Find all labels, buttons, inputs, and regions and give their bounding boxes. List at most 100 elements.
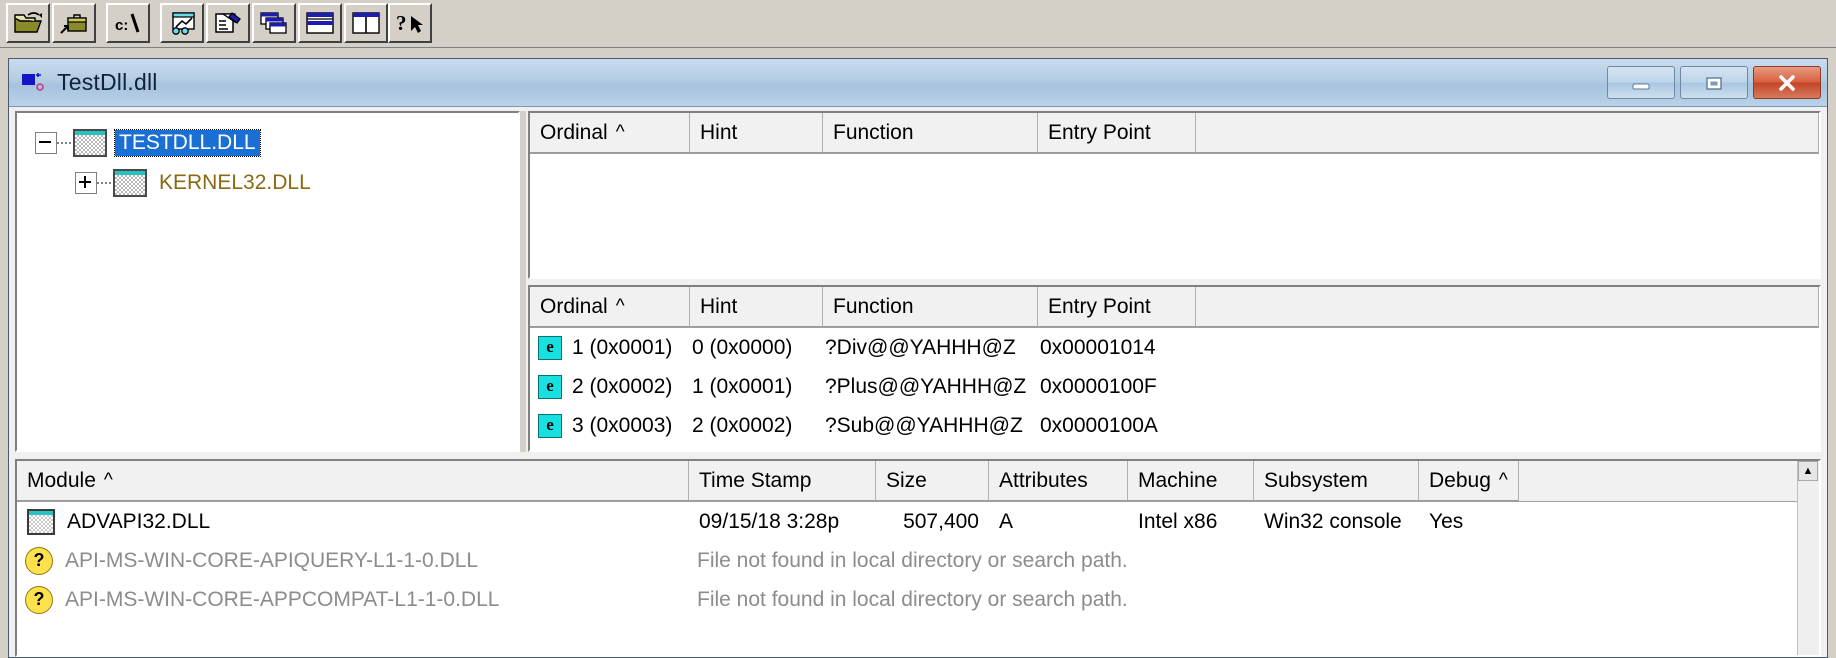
pane-splitter-vertical[interactable] [520,111,526,452]
module-header-debug[interactable]: Debug ^ [1419,461,1519,501]
export-function-badge-icon: e [538,413,562,438]
help-button[interactable]: ? [388,3,432,43]
close-icon [1779,74,1795,91]
exports-list-view[interactable]: Ordinal ^ Hint Function Entry Point e 1 (0x00… [528,285,1821,452]
module-cell-subsystem: Win32 console [1264,509,1402,533]
module-tree-view[interactable]: TESTDLL.DLL KERNEL32.DLL [15,111,520,452]
tree-expander-plus-icon[interactable] [75,172,97,194]
module-cell-time-stamp: 09/15/18 3:28p [699,509,840,533]
module-list-body: ADVAPI32.DLL 09/15/18 3:28p 507,400 A Intel … [17,502,1819,619]
imports-header-function[interactable]: Function [823,113,1038,153]
module-row[interactable]: ? API-MS-WIN-CORE-APPCOMPAT-L1-1-0.DLL Fil… [17,580,1819,619]
main-toolbar: c: ? [0,0,1836,48]
module-header-time-stamp[interactable]: Time Stamp [689,461,876,501]
vertical-split-icon [352,12,380,34]
toolbar-group-file [6,3,98,43]
exports-row[interactable]: e 3 (0x0003) 2 (0x0002) ?Sub@@YAHHH@Z 0x0000… [530,406,1819,445]
restore-icon [1706,76,1722,90]
header-label: Attributes [999,468,1088,492]
window-title-bar[interactable]: TestDll.dll [9,59,1827,107]
module-row[interactable]: ? API-MS-WIN-CORE-APIQUERY-L1-1-0.DLL File… [17,541,1819,580]
auto-expand-button[interactable] [252,3,296,43]
svg-text:?: ? [396,11,407,35]
exports-row[interactable]: e 2 (0x0002) 1 (0x0001) ?Plus@@YAHHH@Z 0x000… [530,367,1819,406]
exports-cell-entry-point: 0x0000100A [1040,413,1158,437]
module-cell-attributes: A [999,509,1014,533]
tree-node-testdll[interactable]: TESTDLL.DLL [17,123,518,163]
close-button[interactable] [1753,66,1821,99]
tree-node-label: TESTDLL.DLL [114,129,261,157]
header-label: Function [833,120,914,144]
imports-header-entry-point[interactable]: Entry Point [1038,113,1196,153]
imports-header-filler[interactable] [1196,113,1819,153]
module-list-scrollbar[interactable]: ▲ [1797,461,1819,655]
undecorate-button[interactable] [344,3,388,43]
command-prompt-icon: c: [115,13,140,34]
briefcase-icon [60,14,87,34]
header-label: Entry Point [1048,294,1151,318]
header-label: Function [833,294,914,318]
export-function-badge-icon: e [538,335,562,360]
minimize-icon [1632,83,1650,89]
exports-row[interactable]: e 1 (0x0001) 0 (0x0000) ?Div@@YAHHH@Z 0x0000… [530,328,1819,367]
exports-cell-function: ?Plus@@YAHHH@Z [825,374,1027,398]
dll-module-icon [73,129,107,157]
save-module-button[interactable] [52,3,96,43]
header-label: Ordinal [540,294,608,318]
exports-cell-ordinal: 2 (0x0002) [572,374,673,398]
window-title-text: TestDll.dll [57,69,158,95]
sort-indicator-icon: ^ [103,469,113,491]
minimize-button[interactable] [1607,66,1675,99]
imports-header-hint[interactable]: Hint [690,113,823,153]
configure-modules-button[interactable] [206,3,250,43]
module-cell-machine: Intel x86 [1138,509,1218,533]
exports-header-entry-point[interactable]: Entry Point [1038,287,1196,327]
toolbar-group-view [252,3,390,43]
header-label: Debug [1429,468,1491,492]
module-list-view[interactable]: Module ^ Time Stamp Size Attributes Machine Su… [15,459,1821,657]
module-row[interactable]: ADVAPI32.DLL 09/15/18 3:28p 507,400 A Intel … [17,502,1819,541]
scroll-up-arrow-icon[interactable]: ▲ [1798,461,1818,481]
window-controls [1607,66,1821,99]
module-cell-message: File not found in local directory or sea… [697,587,1128,611]
tree-node-label: KERNEL32.DLL [159,171,311,194]
module-header-attributes[interactable]: Attributes [989,461,1128,501]
imports-list-view[interactable]: Ordinal ^ Hint Function Entry Point [528,111,1821,279]
imports-list-header: Ordinal ^ Hint Function Entry Point [530,113,1819,154]
exports-cell-hint: 0 (0x0000) [692,335,793,359]
exports-header-hint[interactable]: Hint [690,287,823,327]
toolbar-group-console: c: [106,3,152,43]
module-header-module[interactable]: Module ^ [17,461,689,501]
restore-button[interactable] [1680,66,1748,99]
dll-module-icon [27,508,55,535]
dll-module-icon [113,169,147,197]
exports-header-function[interactable]: Function [823,287,1038,327]
tree-expander-minus-icon[interactable] [35,132,57,154]
sort-indicator-icon: ^ [615,121,625,143]
toolbar-group-help: ? [388,3,434,43]
exports-header-ordinal[interactable]: Ordinal ^ [530,287,690,327]
export-function-badge-icon: e [538,374,562,399]
module-header-size[interactable]: Size [876,461,989,501]
imports-header-ordinal[interactable]: Ordinal ^ [530,113,690,153]
dos-prompt-button[interactable]: c: [106,3,150,43]
module-header-machine[interactable]: Machine [1128,461,1254,501]
exports-cell-hint: 1 (0x0001) [692,374,793,398]
module-list-header: Module ^ Time Stamp Size Attributes Machine Su… [17,461,1819,502]
window-client-area: TESTDLL.DLL KERNEL32.DLL Ordinal ^ Hint Fun… [9,107,1827,657]
module-header-subsystem[interactable]: Subsystem [1254,461,1419,501]
module-cell-name: API-MS-WIN-CORE-APPCOMPAT-L1-1-0.DLL [65,587,500,611]
exports-header-filler[interactable] [1196,287,1819,327]
header-label: Size [886,468,927,492]
toolbar-group-profile [160,3,252,43]
header-label: Machine [1138,468,1218,492]
header-label: Ordinal [540,120,608,144]
help-arrow-icon: ? [396,11,423,35]
profile-chart-icon [172,12,195,35]
module-cell-debug: Yes [1429,509,1464,533]
start-profiling-button[interactable] [160,3,204,43]
full-paths-button[interactable] [298,3,342,43]
question-mark-icon: ? [25,546,53,575]
open-file-button[interactable] [6,3,50,43]
tree-node-kernel32[interactable]: KERNEL32.DLL [17,163,518,203]
